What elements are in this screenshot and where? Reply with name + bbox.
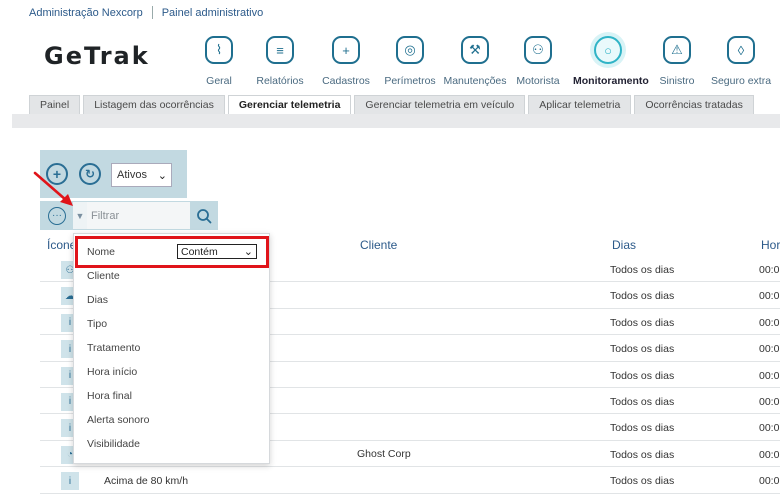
row-cliente: Ghost Corp [357, 447, 411, 460]
module-label: Perímetros [384, 75, 436, 87]
folder-plus-icon: + [332, 36, 360, 64]
breadcrumb-panel[interactable]: Painel administrativo [162, 7, 264, 19]
report-list-icon: ≡ [266, 36, 294, 64]
col-header-hora[interactable]: Hor [761, 238, 780, 252]
module-label: Sinistro [659, 75, 695, 87]
menu-item-dias[interactable]: Dias [87, 294, 108, 306]
row-hora: 00:0 [759, 264, 780, 276]
row-dias: Todos os dias [610, 422, 675, 435]
row-dias: Todos os dias [610, 343, 675, 356]
shield-icon: ◊ [727, 36, 755, 64]
tab-gerenciar-telemetria[interactable]: Gerenciar telemetria [227, 95, 352, 114]
module-label: Motorista [516, 75, 560, 87]
row-dias: Todos os dias [610, 475, 675, 488]
menu-item-alerta-sonoro[interactable]: Alerta sonoro [87, 414, 149, 426]
module-seguro-extra[interactable]: ◊ Seguro extra [706, 36, 776, 87]
tab-gerenciar-telemetria-em-veículo[interactable]: Gerenciar telemetria em veículo [354, 95, 526, 114]
menu-item-nome[interactable]: Nome [87, 246, 115, 258]
more-options-button[interactable]: ··· [43, 202, 71, 229]
row-name: Acima de 80 km/h [104, 475, 189, 488]
module-manutenções[interactable]: ⚒ Manutenções [440, 36, 510, 87]
tab-painel[interactable]: Painel [29, 95, 81, 114]
filter-field-toggle[interactable]: ▼ [73, 202, 87, 229]
menu-item-tipo[interactable]: Tipo [87, 318, 107, 330]
tab-listagem-das-ocorrências[interactable]: Listagem das ocorrências [83, 95, 225, 114]
row-dias: Todos os dias [610, 316, 675, 329]
row-hora: 00:0 [759, 343, 780, 356]
status-select-value: Ativos [117, 169, 147, 181]
ellipsis-icon: ··· [48, 206, 66, 225]
operator-select[interactable]: Contém ⌄ [177, 244, 257, 259]
monitoring-icon: ○ [594, 36, 622, 64]
module-perímetros[interactable]: ◎ Perímetros [375, 36, 445, 87]
caret-down-icon: ▼ [75, 210, 85, 221]
row-dias: Todos os dias [610, 290, 675, 303]
module-cadastros[interactable]: + Cadastros [311, 36, 381, 87]
row-hora: 00:0 [759, 395, 780, 408]
breadcrumb-divider [151, 6, 153, 19]
search-icon [197, 208, 212, 223]
row-hora: 00:0 [759, 290, 780, 303]
menu-item-hora-início[interactable]: Hora início [87, 366, 137, 378]
status-select[interactable]: Ativos ⌄ [111, 163, 172, 187]
module-label: Geral [206, 75, 232, 87]
module-label: Manutenções [443, 75, 507, 87]
module-label: Monitoramento [573, 75, 649, 87]
table-row[interactable]: i Acima de 80 km/h Todos os dias 00:0 [40, 467, 780, 494]
alarm-icon: ⚠ [663, 36, 691, 64]
filter-input[interactable] [87, 202, 190, 229]
row-dias: Todos os dias [610, 264, 675, 276]
add-button[interactable]: + [46, 163, 68, 185]
refresh-icon: ↻ [84, 167, 96, 181]
col-header-cliente[interactable]: Cliente [360, 238, 397, 252]
menu-item-hora-final[interactable]: Hora final [87, 390, 132, 402]
breadcrumb: Administração Nexcorp Painel administrat… [29, 6, 263, 19]
chevron-down-icon: ⌄ [157, 169, 167, 182]
target-icon: ◎ [396, 36, 424, 64]
module-sinistro[interactable]: ⚠ Sinistro [642, 36, 712, 87]
row-dias: Todos os dias [610, 369, 675, 382]
col-header-icon[interactable]: Ícone [47, 238, 76, 252]
module-label: Cadastros [322, 75, 370, 87]
row-hora: 00:0 [759, 422, 780, 435]
monitor-chart-icon: ⌇ [205, 36, 233, 64]
row-hora: 00:0 [759, 475, 780, 488]
module-label: Relatórios [256, 75, 304, 87]
refresh-button[interactable]: ↻ [79, 163, 101, 185]
tab-aplicar-telemetria[interactable]: Aplicar telemetria [528, 95, 632, 114]
content-header-band [12, 114, 780, 128]
tab-ocorrências-tratadas[interactable]: Ocorrências tratadas [634, 95, 754, 114]
breadcrumb-company[interactable]: Administração Nexcorp [29, 7, 143, 19]
row-dias: Todos os dias [610, 448, 675, 461]
module-label: Seguro extra [710, 75, 772, 87]
module-geral[interactable]: ⌇ Geral [184, 36, 254, 87]
driver-icon: ⚇ [524, 36, 552, 64]
row-dias: Todos os dias [610, 395, 675, 408]
row-hora: 00:0 [759, 369, 780, 382]
plus-icon: + [52, 166, 62, 182]
module-motorista[interactable]: ⚇ Motorista [503, 36, 573, 87]
module-relatórios[interactable]: ≡ Relatórios [245, 36, 315, 87]
wrench-icon: ⚒ [461, 36, 489, 64]
search-button[interactable] [190, 202, 218, 229]
tab-bar: Painel Listagem das ocorrências Gerenciar … [29, 95, 757, 114]
chevron-down-icon: ⌄ [243, 246, 253, 258]
menu-item-visibilidade[interactable]: Visibilidade [87, 438, 140, 450]
module-monitoramento[interactable]: ○ Monitoramento [573, 36, 649, 87]
getrak-logo[interactable]: GeTrak [44, 42, 150, 70]
operator-select-value: Contém [181, 245, 218, 258]
row-hora: 00:0 [759, 448, 780, 461]
row-hora: 00:0 [759, 316, 780, 329]
filter-field-menu: Nome Contém ⌄ Cliente Dias Tipo Tratamento H… [73, 233, 270, 464]
menu-item-cliente[interactable]: Cliente [87, 270, 120, 282]
menu-item-tratamento[interactable]: Tratamento [87, 342, 140, 354]
col-header-dias[interactable]: Dias [612, 238, 636, 252]
info-icon: i [61, 472, 79, 491]
